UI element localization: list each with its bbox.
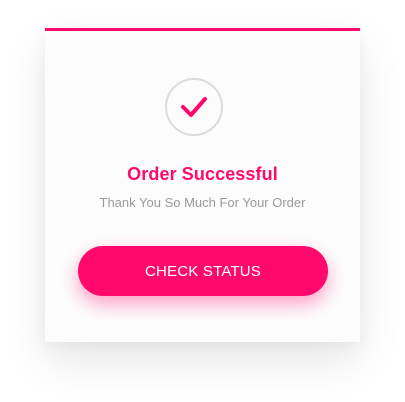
order-success-title: Order Successful <box>127 164 278 184</box>
checkmark-icon <box>181 97 207 117</box>
success-badge <box>165 78 223 136</box>
check-status-button[interactable]: CHECK STATUS <box>78 246 328 296</box>
page-background: Order Successful Thank You So Much For Y… <box>0 0 405 402</box>
order-success-subtitle: Thank You So Much For Your Order <box>99 195 306 210</box>
order-success-card: Order Successful Thank You So Much For Y… <box>45 28 360 342</box>
